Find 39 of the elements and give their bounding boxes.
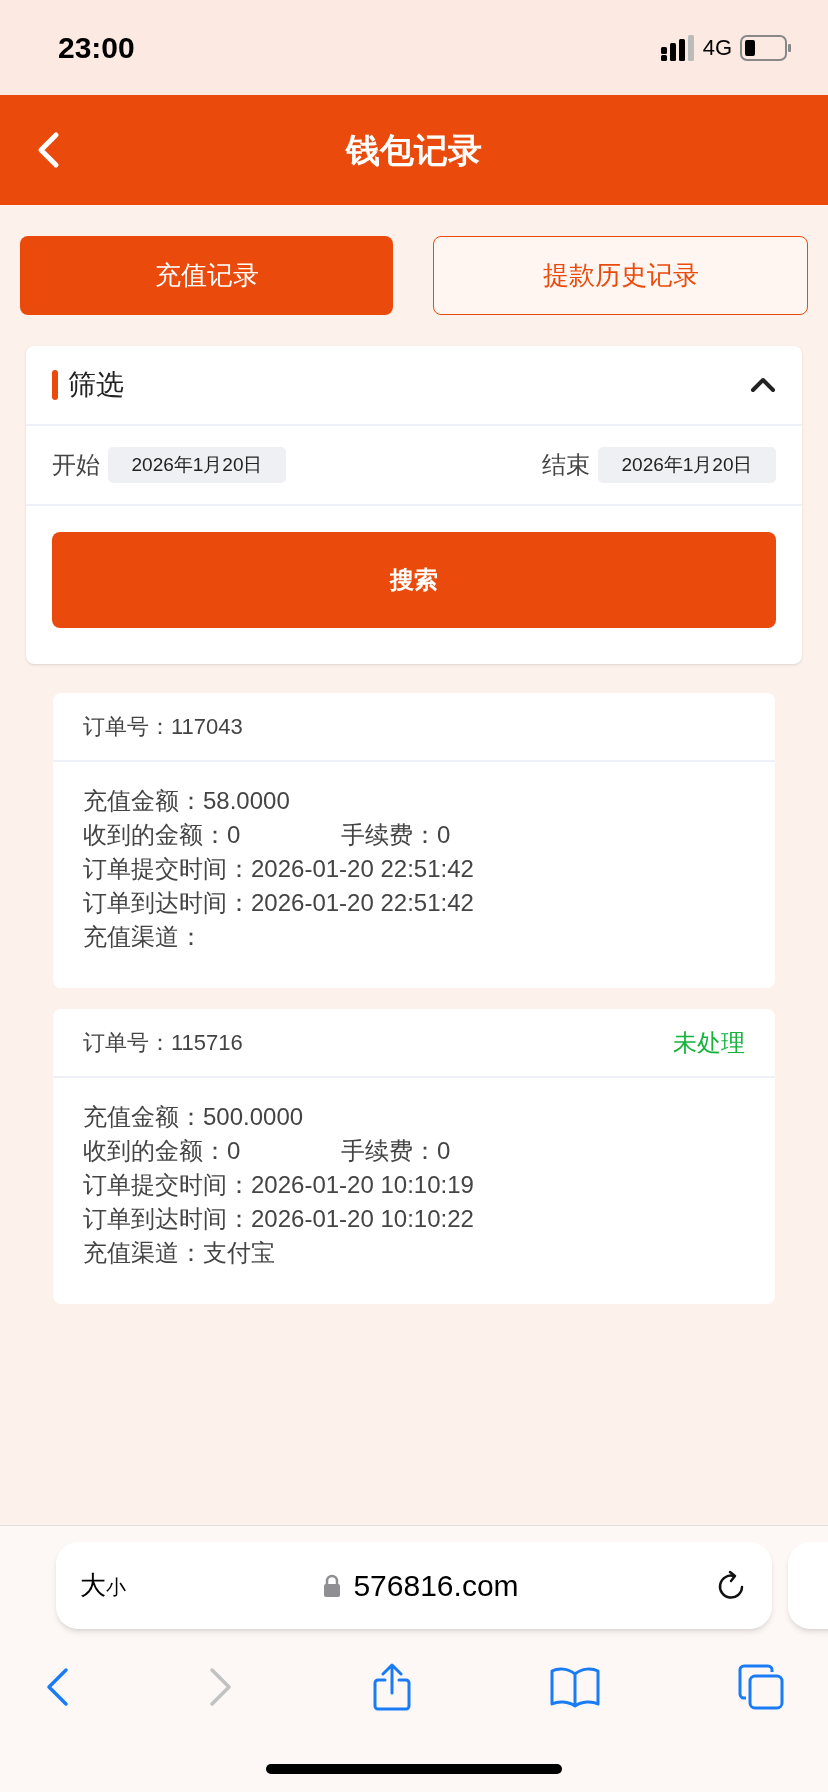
record-field: 充值金额：58.0000 <box>83 783 290 819</box>
end-date-field[interactable]: 2026年1月20日 <box>598 447 776 483</box>
record-field: 订单到达时间：2026-01-20 22:51:42 <box>83 885 474 921</box>
page-title: 钱包记录 <box>346 129 482 171</box>
tabs-icon[interactable] <box>738 1664 784 1710</box>
record-field: 手续费：0 <box>341 1133 451 1169</box>
record-field: 手续费：0 <box>341 817 451 853</box>
status-label: 未处理 <box>673 1027 745 1058</box>
text-size-button[interactable]: 大小 <box>80 1566 126 1605</box>
filter-title: 筛选 <box>68 368 124 402</box>
record-field: 收到的金额：0 <box>83 1133 341 1169</box>
back-icon[interactable] <box>36 131 60 169</box>
battery-icon <box>740 34 792 61</box>
record-tab[interactable]: 充值记录 <box>20 236 393 315</box>
network-label: 4G <box>702 34 732 62</box>
lock-icon <box>323 1573 342 1598</box>
record-field: 充值渠道： <box>83 919 203 955</box>
start-label: 开始 <box>52 450 100 480</box>
start-date-field[interactable]: 2026年1月20日 <box>108 447 286 483</box>
chevron-up-icon[interactable] <box>750 377 776 393</box>
accent-bar <box>52 370 58 400</box>
signal-icon <box>660 34 695 61</box>
record-tab[interactable]: 提款历史记录 <box>433 236 808 315</box>
order-number: 订单号：115716 <box>83 1029 243 1057</box>
url-text: 576816.com <box>353 1568 519 1604</box>
record-field: 订单提交时间：2026-01-20 22:51:42 <box>83 851 474 887</box>
search-button[interactable]: 搜索 <box>52 532 776 628</box>
record-field: 订单到达时间：2026-01-20 10:10:22 <box>83 1201 474 1237</box>
record-field: 充值渠道：支付宝 <box>83 1235 275 1271</box>
address-bar[interactable]: 大小 576816.com <box>56 1542 772 1629</box>
record-field: 订单提交时间：2026-01-20 10:10:19 <box>83 1167 474 1203</box>
book-icon[interactable] <box>550 1666 600 1708</box>
back-icon[interactable] <box>44 1667 70 1707</box>
status-time: 23:00 <box>58 30 135 66</box>
share-icon[interactable] <box>372 1663 412 1711</box>
record-field: 充值金额：500.0000 <box>83 1099 304 1135</box>
end-label: 结束 <box>542 450 590 480</box>
record-field: 收到的金额：0 <box>83 817 341 853</box>
order-number: 订单号：117043 <box>83 713 243 741</box>
